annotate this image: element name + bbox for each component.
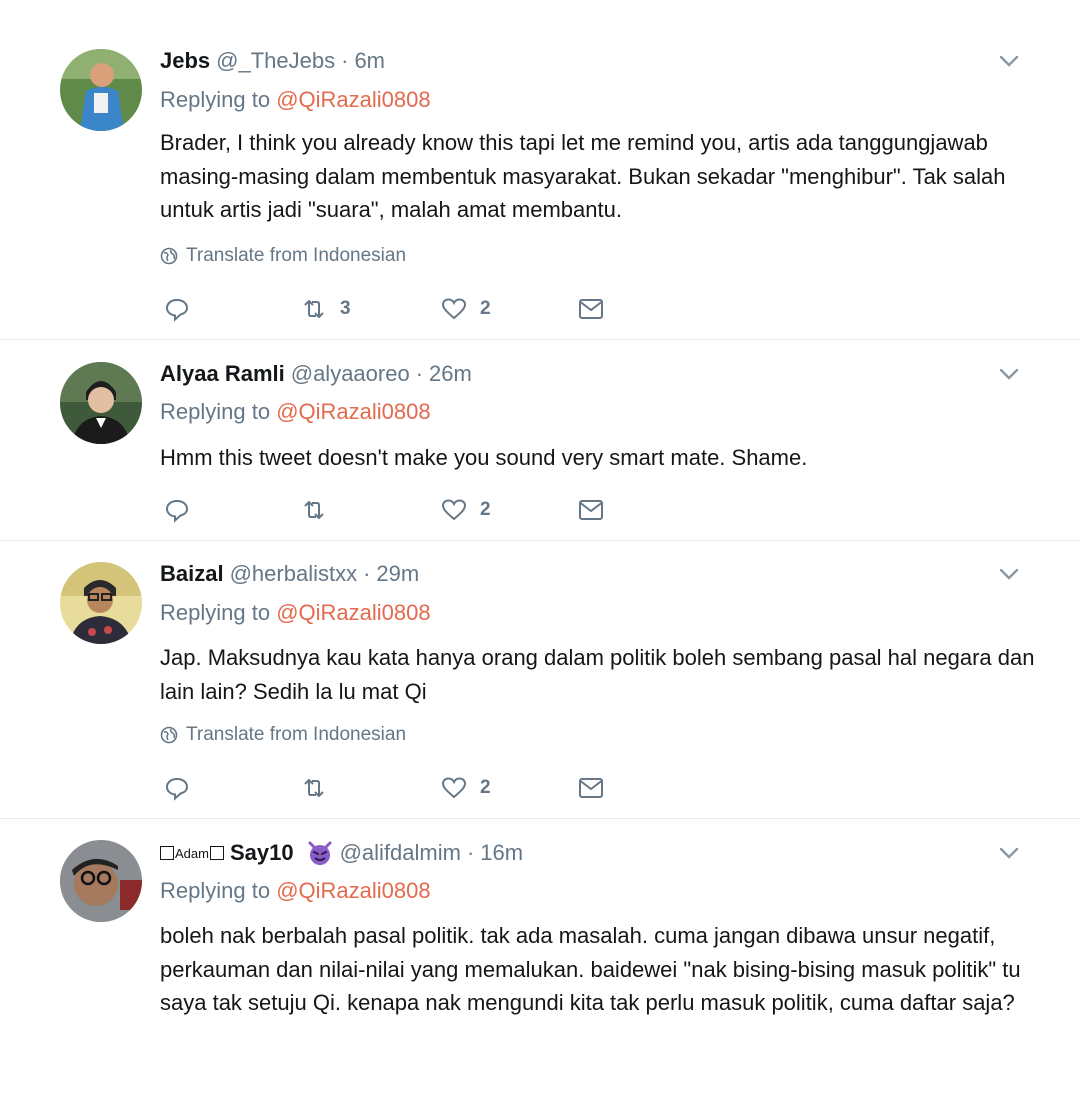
- like-button[interactable]: 2: [440, 773, 491, 803]
- globe-icon: [160, 726, 178, 744]
- user-handle[interactable]: @alyaaoreo: [291, 361, 410, 387]
- avatar[interactable]: [60, 362, 142, 444]
- tweet-header: Baizal @herbalistxx · 29m: [160, 559, 419, 589]
- reply-button[interactable]: [163, 495, 191, 525]
- divider: [0, 540, 1080, 541]
- tweet-header: Alyaa Ramli @alyaaoreo · 26m: [160, 359, 472, 389]
- separator-dot: ·: [466, 840, 475, 865]
- separator-dot: ·: [415, 361, 424, 386]
- mention-link[interactable]: @QiRazali0808: [276, 87, 430, 112]
- unrendered-glyph-box: [160, 846, 174, 860]
- divider: [0, 339, 1080, 340]
- globe-icon: [160, 247, 178, 265]
- replying-to-label: Replying to: [160, 399, 271, 424]
- avatar[interactable]: [60, 840, 142, 922]
- retweet-icon: [304, 501, 324, 519]
- replying-to: Replying to @QiRazali0808: [160, 878, 431, 908]
- replying-to-label: Replying to: [160, 878, 271, 903]
- retweet-icon: [304, 300, 324, 318]
- mention-link[interactable]: @QiRazali0808: [276, 878, 430, 903]
- replying-to: Replying to @QiRazali0808: [160, 600, 431, 630]
- tweet-header: Jebs @_TheJebs · 6m: [160, 46, 385, 76]
- translate-link[interactable]: Translate from Indonesian: [160, 722, 406, 748]
- display-name[interactable]: Jebs: [160, 48, 210, 74]
- like-button[interactable]: 2: [440, 294, 491, 324]
- reply-icon: [165, 298, 189, 322]
- replying-to-label: Replying to: [160, 600, 271, 625]
- retweet-count: 3: [340, 298, 351, 319]
- tweet-header: Adam Say10 @alifdalmim · 16m: [160, 838, 523, 868]
- timestamp[interactable]: 26m: [429, 361, 472, 387]
- smiling-devil-emoji-icon: [308, 841, 332, 865]
- tweet-text: boleh nak berbalah pasal politik. tak ad…: [160, 923, 1021, 1015]
- message-button[interactable]: [577, 294, 605, 324]
- envelope-icon: [579, 299, 603, 319]
- mention-link[interactable]: @QiRazali0808: [276, 399, 430, 424]
- envelope-icon: [579, 500, 603, 520]
- heart-icon: [441, 499, 467, 521]
- message-button[interactable]: [577, 495, 605, 525]
- message-button[interactable]: [577, 773, 605, 803]
- timestamp[interactable]: 6m: [354, 48, 385, 74]
- display-name[interactable]: Say10: [230, 840, 294, 866]
- tweet-text: Hmm this tweet doesn't make you sound ve…: [160, 445, 808, 470]
- replying-to: Replying to @QiRazali0808: [160, 399, 431, 429]
- user-handle[interactable]: @_TheJebs: [216, 48, 335, 74]
- like-count: 2: [480, 777, 491, 798]
- tweet-text: Brader, I think you already know this ta…: [160, 130, 1006, 222]
- like-button[interactable]: 2: [440, 495, 491, 525]
- timestamp[interactable]: 29m: [376, 561, 419, 587]
- chevron-down-icon[interactable]: [996, 361, 1022, 387]
- separator-dot: ·: [363, 561, 371, 586]
- user-handle[interactable]: @alifdalmim: [340, 840, 461, 866]
- chevron-down-icon[interactable]: [996, 561, 1022, 587]
- reply-button[interactable]: [163, 294, 191, 324]
- translate-link[interactable]: Translate from Indonesian: [160, 243, 406, 269]
- reply-icon: [165, 777, 189, 801]
- like-count: 2: [480, 298, 491, 319]
- separator-dot: ·: [341, 48, 349, 73]
- retweet-icon: [304, 779, 324, 797]
- heart-icon: [441, 298, 467, 320]
- avatar[interactable]: [60, 562, 142, 644]
- chevron-down-icon[interactable]: [996, 840, 1022, 866]
- display-name[interactable]: Alyaa Ramli: [160, 361, 285, 387]
- tweet-text: Jap. Maksudnya kau kata hanya orang dala…: [160, 645, 1035, 704]
- user-handle[interactable]: @herbalistxx: [230, 561, 358, 587]
- mention-link[interactable]: @QiRazali0808: [276, 600, 430, 625]
- timestamp[interactable]: 16m: [480, 840, 523, 866]
- replying-to: Replying to @QiRazali0808: [160, 87, 431, 117]
- translate-label: Translate from Indonesian: [186, 245, 407, 266]
- reply-button[interactable]: [163, 773, 191, 803]
- like-count: 2: [480, 499, 491, 520]
- translate-label: Translate from Indonesian: [186, 724, 407, 745]
- envelope-icon: [579, 778, 603, 798]
- display-name[interactable]: Baizal: [160, 561, 224, 587]
- heart-icon: [441, 777, 467, 799]
- divider: [0, 818, 1080, 819]
- retweet-button[interactable]: [300, 495, 340, 525]
- chevron-down-icon[interactable]: [996, 48, 1022, 74]
- retweet-button[interactable]: 3: [300, 294, 351, 324]
- retweet-button[interactable]: [300, 773, 340, 803]
- avatar[interactable]: [60, 49, 142, 131]
- reply-icon: [165, 499, 189, 523]
- display-name-superscript: Adam: [175, 845, 209, 861]
- replying-to-label: Replying to: [160, 87, 271, 112]
- unrendered-glyph-box: [209, 846, 224, 860]
